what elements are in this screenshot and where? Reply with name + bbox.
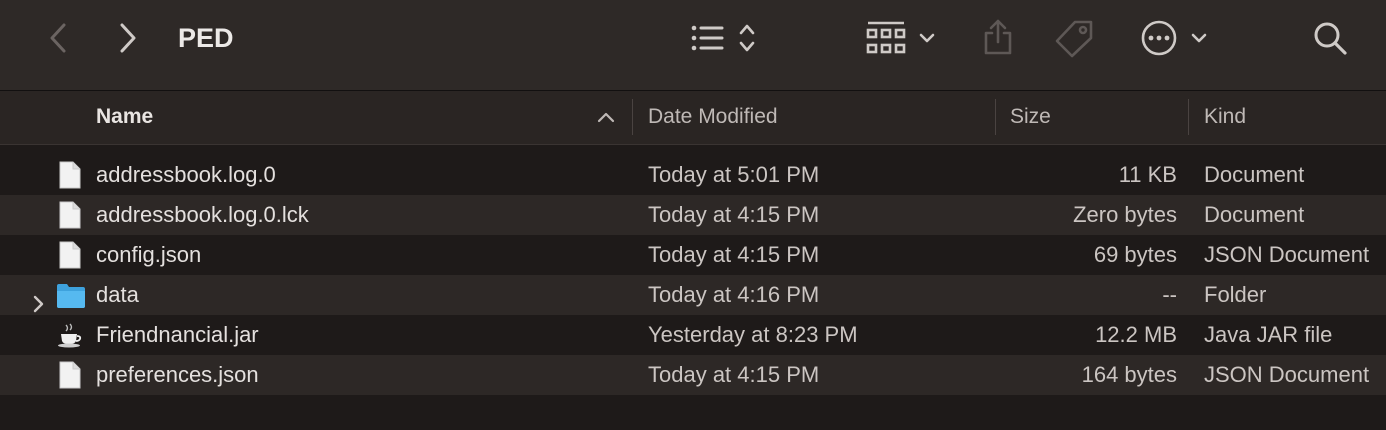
toolbar: PED xyxy=(0,0,1386,91)
search-button[interactable] xyxy=(1310,18,1350,58)
file-size: 11 KB xyxy=(1118,162,1177,187)
folder-row[interactable]: data Today at 4:16 PM -- Folder xyxy=(0,275,1386,315)
chevron-right-icon xyxy=(120,23,136,53)
column-header-name[interactable]: Name xyxy=(96,91,153,144)
file-row[interactable]: addressbook.log.0.lck Today at 4:15 PM Z… xyxy=(0,195,1386,235)
group-button[interactable] xyxy=(864,18,940,58)
ellipsis-circle-icon xyxy=(1141,20,1207,56)
file-kind: Folder xyxy=(1204,282,1267,307)
file-date: Today at 4:16 PM xyxy=(648,282,820,307)
disclosure-triangle-icon[interactable] xyxy=(31,286,47,313)
file-size: 69 bytes xyxy=(1093,242,1177,267)
file-size: Zero bytes xyxy=(1073,202,1177,227)
grid-group-icon xyxy=(866,21,935,54)
document-icon xyxy=(56,241,84,269)
file-name: Friendnancial.jar xyxy=(96,322,259,347)
column-header-size[interactable]: Size xyxy=(1010,91,1051,144)
column-header-kind[interactable]: Kind xyxy=(1204,91,1246,144)
file-list: addressbook.log.0 Today at 5:01 PM 11 KB… xyxy=(0,155,1386,395)
more-actions-button[interactable] xyxy=(1138,18,1214,58)
back-button[interactable] xyxy=(40,20,76,56)
file-date: Today at 5:01 PM xyxy=(648,162,820,187)
file-date: Yesterday at 8:23 PM xyxy=(648,322,858,347)
file-row[interactable]: preferences.json Today at 4:15 PM 164 by… xyxy=(0,355,1386,395)
window-title: PED xyxy=(178,23,234,53)
chevron-left-icon xyxy=(50,23,66,53)
file-date: Today at 4:15 PM xyxy=(648,362,820,387)
sort-ascending-icon[interactable] xyxy=(596,109,616,130)
file-date: Today at 4:15 PM xyxy=(648,242,820,267)
folder-icon xyxy=(56,281,85,309)
document-icon xyxy=(56,361,84,389)
column-divider[interactable] xyxy=(995,99,996,135)
tag-button[interactable] xyxy=(1052,16,1098,60)
column-header-date-modified[interactable]: Date Modified xyxy=(648,91,778,144)
file-kind: Document xyxy=(1204,202,1305,227)
list-view-icon xyxy=(691,24,755,52)
document-icon xyxy=(56,161,84,189)
file-name: addressbook.log.0.lck xyxy=(96,202,309,227)
view-options-button[interactable] xyxy=(686,20,766,56)
tag-icon xyxy=(1055,20,1093,58)
column-divider[interactable] xyxy=(1188,99,1189,135)
file-row[interactable]: addressbook.log.0 Today at 5:01 PM 11 KB… xyxy=(0,155,1386,195)
file-date: Today at 4:15 PM xyxy=(648,202,820,227)
column-header-bar: Name Date Modified Size Kind xyxy=(0,91,1386,145)
column-divider[interactable] xyxy=(632,99,633,135)
file-kind: Document xyxy=(1204,162,1305,187)
search-icon xyxy=(1314,22,1347,55)
forward-button[interactable] xyxy=(110,20,146,56)
java-jar-icon xyxy=(56,321,84,349)
file-size: 12.2 MB xyxy=(1095,322,1177,347)
file-size: 164 bytes xyxy=(1081,362,1177,387)
file-name: addressbook.log.0 xyxy=(96,162,276,187)
file-kind: JSON Document xyxy=(1204,362,1370,387)
file-kind: JSON Document xyxy=(1204,242,1370,267)
document-icon xyxy=(56,201,84,229)
file-row[interactable]: config.json Today at 4:15 PM 69 bytes JS… xyxy=(0,235,1386,275)
file-name: preferences.json xyxy=(96,362,259,387)
file-name: config.json xyxy=(96,242,202,267)
file-kind: Java JAR file xyxy=(1204,322,1333,347)
share-icon xyxy=(984,19,1012,55)
file-row[interactable]: Friendnancial.jar Yesterday at 8:23 PM 1… xyxy=(0,315,1386,355)
share-button[interactable] xyxy=(978,16,1018,58)
file-size: -- xyxy=(1162,282,1177,307)
file-name: data xyxy=(96,282,139,307)
